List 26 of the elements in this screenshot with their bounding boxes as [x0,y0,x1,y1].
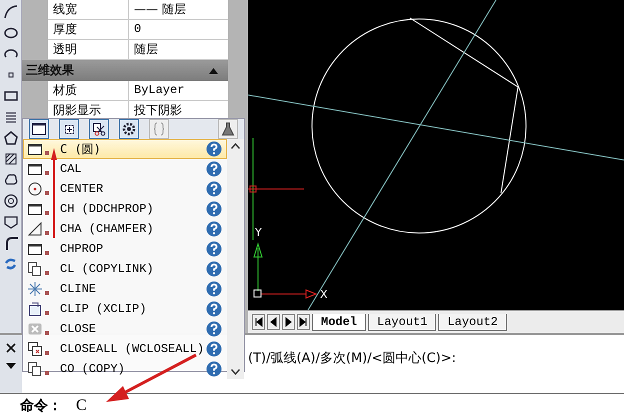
command-input[interactable]: C [66,396,136,414]
property-value: 0 [133,21,142,38]
section-header[interactable]: 三维效果 [22,60,228,81]
command-suggestion[interactable]: CH (DDCHPROP) [23,199,228,219]
command-suggestion[interactable]: CAL [23,159,228,179]
command-suggestion[interactable]: CL (COPYLINK) [23,259,228,279]
command-history-text: (T)/弧线(A)/多次(M)/<圆中心(C)>: [248,350,456,368]
y-axis-label: Y [255,226,262,239]
command-suggestion[interactable]: CLIP (XCLIP) [23,299,228,319]
layout-tab[interactable]: Model [312,314,366,330]
x-axis-label: X [320,288,328,301]
command-suggestion[interactable]: CENTER [23,179,228,199]
command-prompt: 命令： [20,396,62,414]
command-suggestion[interactable]: CLOSE [23,319,228,339]
property-value: 投下阴影 [133,102,183,119]
layout-tab[interactable]: Layout1 [368,314,436,330]
command-suggestion[interactable]: C (圆) [23,139,228,159]
command-suggestion[interactable]: CHPROP [23,239,228,259]
command-suggestion[interactable]: CLINE [23,279,228,299]
command-suggestion[interactable]: CLOSEALL (WCLOSEALL) [23,339,228,359]
layout-tab[interactable]: Layout2 [438,314,507,330]
property-value: 随层 [133,41,159,58]
property-value: ByLayer [133,82,186,99]
property-value: —— 随层 [133,1,187,18]
command-suggestion[interactable]: CHA (CHAMFER) [23,219,228,239]
command-suggestion[interactable]: CO (COPY) [23,359,228,379]
